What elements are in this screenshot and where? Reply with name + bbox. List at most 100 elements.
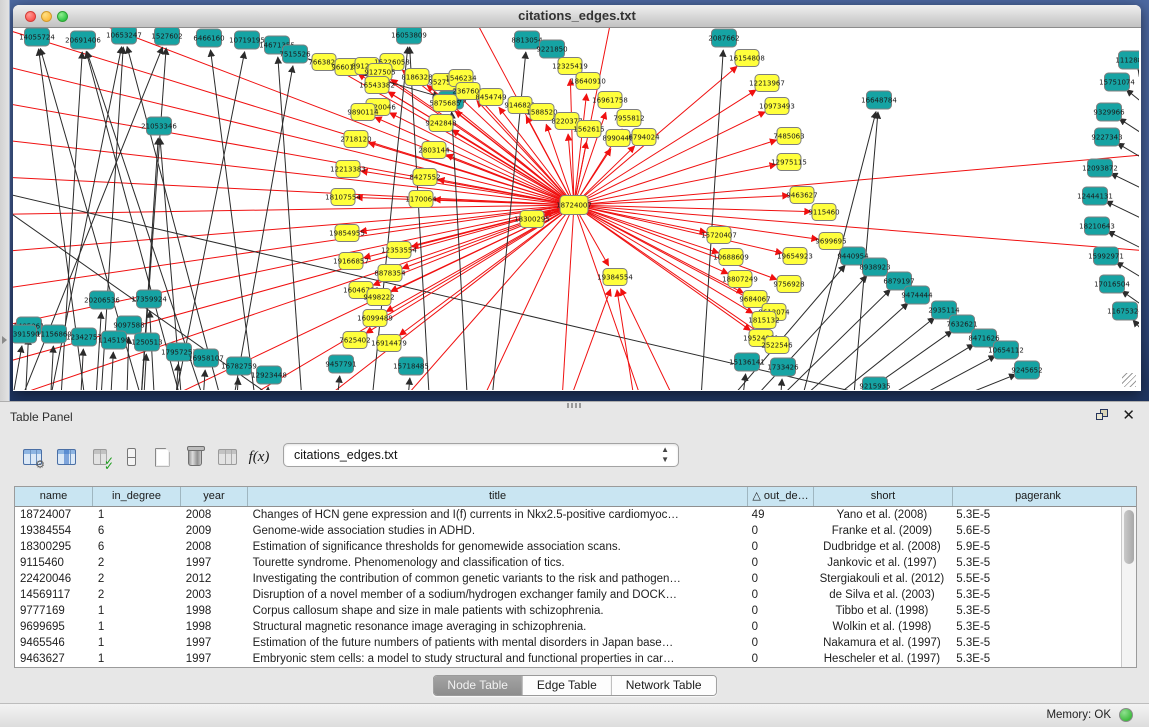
graph-node-label: 16914479: [371, 339, 407, 347]
edge: [1111, 173, 1139, 192]
cell-in_degree: 6: [93, 523, 181, 539]
window-titlebar[interactable]: citations_edges.txt: [13, 5, 1141, 28]
graph-node-label: 9127505: [364, 68, 395, 76]
cell-title: Disruption of a novel member of a sodium…: [248, 587, 747, 603]
cell-title: Changes of HCN gene expression and I(f) …: [248, 507, 747, 523]
table-header-row: namein_degreeyeartitle△ out_de…shortpage…: [15, 487, 1136, 507]
graph-node-label: 7632621: [946, 320, 977, 328]
graph-node-label: 2935114: [928, 306, 960, 314]
graph-node-label: 16958107: [188, 354, 224, 362]
tab-network-table[interactable]: Network Table: [612, 676, 716, 695]
graph-node-label: 10688609: [713, 253, 749, 261]
cell-year: 1997: [181, 651, 248, 667]
cell-year: 2012: [181, 571, 248, 587]
table-row[interactable]: 969969511998Structural magnetic resonanc…: [15, 619, 1121, 635]
cell-name: 9465546: [15, 635, 93, 651]
network-view-window[interactable]: citations_edges.txt 14055724206914061065…: [13, 5, 1141, 391]
tab-edge-table[interactable]: Edge Table: [523, 676, 612, 695]
map-table-disabled-icon: [213, 444, 241, 470]
table-row[interactable]: 1872400712008Changes of HCN gene express…: [15, 507, 1121, 523]
cell-name: 18724007: [15, 507, 93, 523]
graph-node-label: 9242848: [425, 119, 456, 127]
graph-node-label: 15992971: [1088, 252, 1124, 260]
column-stack-icon[interactable]: [117, 444, 145, 470]
cell-out_degree: 49: [747, 507, 813, 523]
graph-node-label: 17016504: [1094, 280, 1130, 288]
cell-short: Jankovic et al. (1997): [813, 555, 952, 571]
cell-title: Structural magnetic resonance image aver…: [248, 619, 747, 635]
cell-name: 22420046: [15, 571, 93, 587]
close-panel-icon[interactable]: ✕: [1122, 406, 1135, 424]
resize-grip-icon[interactable]: [1122, 373, 1136, 387]
edge: [13, 346, 22, 390]
graph-node-label: 18107554: [325, 193, 361, 201]
graph-node-label: 18807249: [722, 275, 758, 283]
graph-node-label: 20691406: [65, 36, 101, 44]
combo-arrows-icon: ▲▼: [661, 445, 669, 465]
new-document-icon[interactable]: [148, 444, 176, 470]
table-row[interactable]: 977716911998Corpus callosum shape and si…: [15, 603, 1121, 619]
column-header-pagerank[interactable]: pagerank: [953, 487, 1123, 506]
tab-node-table[interactable]: Node Table: [433, 676, 523, 695]
collapsed-panel-strip[interactable]: [0, 0, 10, 401]
float-panel-icon[interactable]: [1096, 409, 1109, 421]
edge: [109, 352, 113, 390]
edge: [574, 140, 777, 205]
delete-table-icon[interactable]: [181, 444, 209, 470]
edge: [574, 205, 782, 253]
show-table-settings-icon[interactable]: ⚙: [18, 444, 46, 470]
column-header-short[interactable]: short: [814, 487, 953, 506]
column-header-in_degree[interactable]: in_degree: [93, 487, 181, 506]
cell-short: Nakamura et al. (1997): [813, 635, 952, 651]
graph-node-label: 9498222: [363, 293, 394, 301]
graph-node-label: 9699695: [815, 237, 846, 245]
column-header-name[interactable]: name: [15, 487, 93, 506]
cell-in_degree: 1: [93, 507, 181, 523]
table-row[interactable]: 1830029562008Estimation of significance …: [15, 539, 1121, 555]
graph-node-label: 2803144: [418, 146, 450, 154]
graph-node-label: 9756928: [773, 280, 804, 288]
table-selector-dropdown[interactable]: citations_edges.txt ▲▼: [283, 443, 679, 467]
scrollbar-thumb[interactable]: [1124, 510, 1134, 564]
graph-node-label: 19166857: [333, 257, 369, 265]
table-row[interactable]: 1456911722003Disruption of a novel membe…: [15, 587, 1121, 603]
function-builder-icon[interactable]: f(x): [245, 444, 273, 470]
cell-in_degree: 2: [93, 587, 181, 603]
graph-node-label: 12923448: [251, 371, 287, 379]
column-header-out_degree[interactable]: △ out_de…: [748, 487, 814, 506]
network-canvas[interactable]: 1405572420691406106532471527602646616010…: [13, 28, 1139, 390]
panel-divider-handle[interactable]: [567, 403, 581, 408]
cell-year: 2008: [181, 507, 248, 523]
cell-short: Franke et al. (2009): [813, 523, 952, 539]
table-body[interactable]: 1872400712008Changes of HCN gene express…: [15, 507, 1121, 667]
table-row[interactable]: 2242004622012Investigating the contribut…: [15, 571, 1121, 587]
cell-out_degree: 0: [747, 587, 813, 603]
expand-panel-icon[interactable]: [2, 336, 7, 344]
table-row[interactable]: 911546021997Tourette syndrome. Phenomeno…: [15, 555, 1121, 571]
column-header-year[interactable]: year: [181, 487, 248, 506]
table-row[interactable]: 946362711997Embryonic stem cells: a mode…: [15, 651, 1121, 667]
table-row[interactable]: 946554611997Estimation of the future num…: [15, 635, 1121, 651]
graph-node-label: 9215935: [859, 382, 890, 390]
cell-short: de Silva et al. (2003): [813, 587, 952, 603]
cell-pagerank: 5.3E-5: [951, 555, 1121, 571]
select-column-icon[interactable]: [52, 444, 80, 470]
graph-node-label: 12353554: [381, 246, 417, 254]
memory-ok-icon[interactable]: [1119, 708, 1133, 722]
citation-network-graph[interactable]: 1405572420691406106532471527602646616010…: [13, 28, 1139, 390]
graph-node-label: 15720407: [701, 231, 737, 239]
vertical-scrollbar[interactable]: [1121, 507, 1136, 667]
cell-in_degree: 1: [93, 619, 181, 635]
cell-pagerank: 5.3E-5: [951, 603, 1121, 619]
cell-year: 2009: [181, 523, 248, 539]
cell-pagerank: 5.3E-5: [951, 507, 1121, 523]
edge: [559, 289, 611, 390]
graph-node-label: 12342757: [66, 333, 102, 341]
graph-node-label: 12213383: [330, 165, 366, 173]
import-table-icon[interactable]: ✓: [86, 444, 114, 470]
graph-node-label: 9463627: [786, 191, 817, 199]
table-row[interactable]: 1938455462009Genome-wide association stu…: [15, 523, 1121, 539]
cell-title: Genome-wide association studies in ADHD.: [248, 523, 747, 539]
column-header-title[interactable]: title: [248, 487, 748, 506]
graph-node-label: 8454749: [475, 93, 506, 101]
